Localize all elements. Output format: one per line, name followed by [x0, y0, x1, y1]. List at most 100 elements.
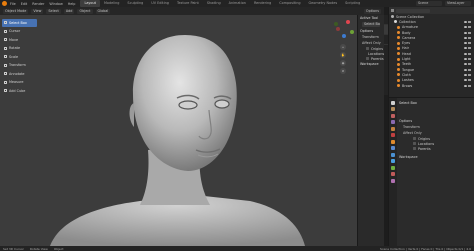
- tab-sculpting[interactable]: Sculpting: [123, 0, 147, 7]
- camera-icon[interactable]: [468, 68, 471, 71]
- view-menu[interactable]: View: [31, 8, 44, 14]
- menu-help[interactable]: Help: [68, 2, 76, 6]
- view-layer-icon[interactable]: [391, 120, 395, 124]
- physics-icon[interactable]: [391, 159, 395, 163]
- tool-transform[interactable]: Transform: [2, 62, 37, 70]
- eye-icon[interactable]: [464, 68, 467, 71]
- outliner-search-input[interactable]: [396, 8, 430, 13]
- particles-icon[interactable]: [391, 152, 395, 157]
- filter-icon[interactable]: [391, 9, 394, 12]
- scene-selector[interactable]: Scene: [416, 1, 442, 6]
- eye-icon[interactable]: [464, 47, 467, 50]
- tab-animation[interactable]: Animation: [225, 0, 250, 7]
- menu-edit[interactable]: Edit: [21, 2, 28, 6]
- tool-select-box[interactable]: Select Box: [2, 19, 37, 27]
- outliner-row[interactable]: Teeth: [389, 62, 474, 67]
- 3d-viewport[interactable]: [0, 15, 357, 246]
- navigation-gizmo[interactable]: [332, 18, 356, 42]
- eye-icon[interactable]: [464, 52, 467, 55]
- tab-texture-paint[interactable]: Texture Paint: [173, 0, 203, 7]
- camera-icon[interactable]: [468, 79, 471, 82]
- tab-rendering[interactable]: Rendering: [250, 0, 275, 7]
- menu-window[interactable]: Window: [49, 2, 62, 6]
- camera-icon[interactable]: [468, 20, 471, 23]
- checkbox-box[interactable]: [413, 142, 416, 145]
- render-icon[interactable]: [391, 107, 395, 111]
- object-menu[interactable]: Object: [77, 8, 93, 14]
- neg-y-axis-icon[interactable]: [334, 22, 338, 26]
- select-menu[interactable]: Select: [46, 8, 61, 14]
- eye-icon[interactable]: [464, 73, 467, 76]
- menu-file[interactable]: File: [10, 2, 16, 6]
- outliner-row[interactable]: Brows: [389, 83, 474, 88]
- pan-hand-icon[interactable]: ✋: [340, 52, 346, 58]
- outliner-row[interactable]: Light: [389, 56, 474, 61]
- tool-add-cube[interactable]: Add Cube: [2, 87, 37, 95]
- z-axis-icon[interactable]: [342, 34, 346, 38]
- view-layer-selector[interactable]: ViewLayer: [445, 1, 471, 6]
- options-button[interactable]: Options: [363, 8, 381, 14]
- tab-scripting[interactable]: Scripting: [341, 0, 364, 7]
- tool-icon[interactable]: [391, 100, 395, 105]
- grid-icon[interactable]: #: [340, 68, 346, 74]
- outliner-row[interactable]: Collection: [389, 19, 474, 24]
- checkbox-box[interactable]: [366, 57, 369, 60]
- eye-icon[interactable]: [464, 63, 467, 66]
- y-axis-icon[interactable]: [350, 30, 354, 34]
- tool-measure[interactable]: Measure: [2, 79, 37, 87]
- outliner-row[interactable]: Hair: [389, 46, 474, 51]
- tool-annotate[interactable]: Annotate: [2, 70, 37, 78]
- modifier-icon[interactable]: [391, 146, 395, 150]
- active-tool-field[interactable]: Select Box: [362, 22, 380, 27]
- outliner-row[interactable]: Tongue: [389, 67, 474, 72]
- scene-icon[interactable]: [391, 126, 395, 131]
- checkbox-box[interactable]: [413, 137, 416, 140]
- tab-uv-editing[interactable]: UV Editing: [147, 0, 173, 7]
- eye-icon[interactable]: [464, 84, 467, 87]
- active-tool-header[interactable]: Active Tool: [358, 15, 384, 21]
- tab-layout[interactable]: Layout: [80, 0, 100, 7]
- mode-selector[interactable]: Object Mode: [3, 8, 29, 14]
- checkbox-box[interactable]: [366, 47, 369, 50]
- tab-compositing[interactable]: Compositing: [275, 0, 304, 7]
- eye-icon[interactable]: [464, 36, 467, 39]
- camera-icon[interactable]: [468, 47, 471, 50]
- camera-icon[interactable]: [468, 31, 471, 34]
- neg-x-axis-icon[interactable]: [336, 27, 340, 31]
- object-props-icon[interactable]: [391, 139, 395, 144]
- camera-icon[interactable]: [468, 58, 471, 61]
- world-icon[interactable]: [391, 133, 395, 137]
- camera-icon[interactable]: [468, 52, 471, 55]
- outliner-row[interactable]: Armature: [389, 25, 474, 30]
- texture-icon[interactable]: [391, 178, 395, 183]
- outliner-row[interactable]: Lashes: [389, 78, 474, 83]
- blender-logo-icon[interactable]: [2, 1, 7, 6]
- tab-modeling[interactable]: Modeling: [100, 0, 123, 7]
- tool-cursor[interactable]: Cursor: [2, 28, 37, 36]
- tab-geometry-nodes[interactable]: Geometry Nodes: [305, 0, 342, 7]
- eye-icon[interactable]: [464, 42, 467, 45]
- menu-render[interactable]: Render: [32, 2, 44, 6]
- camera-icon[interactable]: [468, 73, 471, 76]
- camera-icon[interactable]: [468, 42, 471, 45]
- outliner-row[interactable]: Body: [389, 30, 474, 35]
- eye-icon[interactable]: [464, 58, 467, 61]
- tool-move[interactable]: Move: [2, 36, 37, 44]
- material-icon[interactable]: [391, 172, 395, 176]
- checkbox-box[interactable]: [413, 147, 416, 150]
- camera-icon[interactable]: [468, 26, 471, 29]
- parents-checkbox[interactable]: Parents: [399, 146, 473, 151]
- tool-scale[interactable]: Scale: [2, 53, 37, 61]
- tab-shading[interactable]: Shading: [203, 0, 225, 7]
- camera-icon[interactable]: [468, 63, 471, 66]
- outliner-row-scene-collection[interactable]: Scene Collection: [389, 14, 474, 19]
- add-menu[interactable]: Add: [63, 8, 75, 14]
- constraints-icon[interactable]: [391, 165, 395, 170]
- camera-icon[interactable]: [468, 84, 471, 87]
- workspace-header[interactable]: Workspace: [358, 61, 384, 67]
- eye-icon[interactable]: [464, 26, 467, 29]
- workspace-section[interactable]: Workspace: [399, 154, 473, 160]
- eye-icon[interactable]: [464, 79, 467, 82]
- x-axis-icon[interactable]: [346, 20, 350, 24]
- outliner-row[interactable]: Head: [389, 51, 474, 56]
